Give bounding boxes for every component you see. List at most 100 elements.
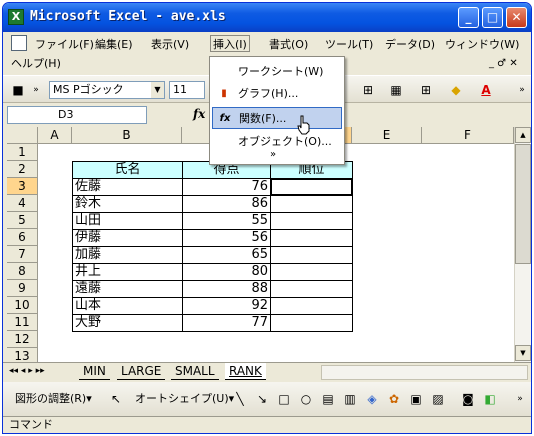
insert-image-icon[interactable]: ▨ [429, 390, 447, 408]
row-header[interactable]: 3 [7, 178, 38, 195]
menu-expand-icon[interactable]: » [270, 149, 276, 160]
tab-small[interactable]: SMALL [171, 363, 219, 380]
title-bar[interactable]: X Microsoft Excel - ave.xls _ □ ✕ [3, 3, 531, 32]
save-icon[interactable]: ■ [9, 81, 27, 99]
merge-center-icon[interactable]: ⊞ [359, 81, 377, 99]
rank-cell[interactable] [270, 212, 353, 230]
menu-insert[interactable]: 挿入(I) [210, 35, 250, 52]
name-cell[interactable]: 井上 [72, 263, 183, 281]
vertical-scrollbar[interactable]: ▲ ▼ [514, 127, 531, 362]
score-cell[interactable]: 65 [182, 246, 271, 264]
score-cell[interactable]: 86 [182, 195, 271, 213]
textbox-icon[interactable]: ▤ [319, 390, 337, 408]
rank-cell[interactable] [270, 314, 353, 332]
scroll-down-icon[interactable]: ▼ [515, 345, 531, 361]
horizontal-scrollbar[interactable] [321, 365, 528, 380]
column-header-f[interactable]: F [422, 127, 514, 144]
row-header[interactable]: 10 [7, 297, 38, 314]
insert-function-icon[interactable]: fx [193, 107, 205, 121]
menu-file[interactable]: ファイル(F) [33, 36, 96, 53]
wordart-icon[interactable]: ▥ [341, 390, 359, 408]
name-cell[interactable]: 加藤 [72, 246, 183, 264]
tab-min[interactable]: MIN [79, 363, 110, 380]
drawbar-overflow-icon[interactable]: » [511, 390, 529, 408]
scroll-thumb[interactable] [515, 144, 531, 264]
row-header[interactable]: 6 [7, 229, 38, 246]
row-header[interactable]: 9 [7, 280, 38, 297]
tab-large[interactable]: LARGE [117, 363, 166, 380]
name-box[interactable]: D3 [7, 106, 147, 124]
name-cell[interactable]: 大野 [72, 314, 183, 332]
font-name-combo[interactable]: MS Pゴシック ▼ [49, 81, 165, 99]
score-cell[interactable]: 56 [182, 229, 271, 247]
scroll-up-icon[interactable]: ▲ [515, 127, 531, 143]
clipart-icon[interactable]: ✿ [385, 390, 403, 408]
toolbar-overflow-right-icon[interactable]: » [513, 81, 531, 99]
3d-icon[interactable]: ◧ [481, 390, 499, 408]
borders-icon[interactable]: ⊞ [417, 81, 435, 99]
fill-bucket-icon[interactable]: ◙ [459, 390, 477, 408]
insert-picture-icon[interactable]: ▣ [407, 390, 425, 408]
select-all-corner[interactable] [7, 127, 38, 144]
tab-rank[interactable]: RANK [225, 363, 266, 380]
menu-tools[interactable]: ツール(T) [323, 36, 375, 53]
score-cell[interactable]: 88 [182, 280, 271, 298]
rank-cell[interactable] [270, 280, 353, 298]
rank-cell[interactable] [270, 263, 353, 281]
oval-icon[interactable]: ○ [297, 390, 315, 408]
column-header-a[interactable]: A [38, 127, 72, 144]
menu-edit[interactable]: 編集(E) [93, 36, 135, 53]
rank-cell[interactable] [270, 246, 353, 264]
row-header[interactable]: 5 [7, 212, 38, 229]
chevron-down-icon[interactable]: ▼ [151, 82, 164, 98]
row-header[interactable]: 13 [7, 348, 38, 362]
name-cell[interactable]: 伊藤 [72, 229, 183, 247]
rank-cell[interactable] [270, 195, 353, 213]
autoshapes-button[interactable]: オートシェイプ(U)▾ [133, 390, 236, 407]
name-cell[interactable]: 山本 [72, 297, 183, 315]
row-header[interactable]: 8 [7, 263, 38, 280]
font-color-icon[interactable]: A [477, 81, 495, 99]
tab-scroll-icon[interactable]: ◂◂ ◂ ▸ ▸▸ [9, 366, 45, 376]
score-cell[interactable]: 76 [182, 178, 271, 196]
menu-item-chart[interactable]: ▮ グラフ(H)... [212, 83, 342, 105]
row-header[interactable]: 7 [7, 246, 38, 263]
rank-cell[interactable] [270, 297, 353, 315]
toolbar-overflow-icon[interactable]: » [27, 81, 45, 99]
score-cell[interactable]: 80 [182, 263, 271, 281]
column-header-e[interactable]: E [352, 127, 422, 144]
name-cell[interactable]: 鈴木 [72, 195, 183, 213]
currency-icon[interactable]: ▦ [387, 81, 405, 99]
excel-app-icon[interactable]: X [8, 9, 24, 25]
name-cell[interactable]: 遠藤 [72, 280, 183, 298]
menu-help[interactable]: ヘルプ(H) [9, 55, 63, 72]
menu-item-object[interactable]: オブジェクト(O)... [212, 131, 342, 153]
menu-data[interactable]: データ(D) [383, 36, 437, 53]
row-header[interactable]: 4 [7, 195, 38, 212]
draw-menu-button[interactable]: 図形の調整(R)▾ [13, 390, 94, 407]
arrow-icon[interactable]: ↘ [253, 390, 271, 408]
active-rank-cell[interactable] [270, 178, 353, 196]
row-header[interactable]: 11 [7, 314, 38, 331]
font-size-combo[interactable]: 11 [169, 81, 205, 99]
menu-format[interactable]: 書式(O) [267, 36, 310, 53]
menu-view[interactable]: 表示(V) [149, 36, 191, 53]
name-cell[interactable]: 山田 [72, 212, 183, 230]
line-icon[interactable]: ╲ [231, 390, 249, 408]
row-header[interactable]: 2 [7, 161, 38, 178]
header-cell-name[interactable]: 氏名 [72, 161, 183, 179]
name-cell[interactable]: 佐藤 [72, 178, 183, 196]
maximize-button[interactable]: □ [482, 7, 503, 28]
score-cell[interactable]: 55 [182, 212, 271, 230]
row-header[interactable]: 1 [7, 144, 38, 161]
select-pointer-icon[interactable]: ↖ [107, 390, 125, 408]
column-header-b[interactable]: B [72, 127, 182, 144]
score-cell[interactable]: 92 [182, 297, 271, 315]
menu-item-function[interactable]: fx 関数(F)... [212, 107, 342, 129]
menu-window[interactable]: ウィンドウ(W) [443, 36, 521, 53]
minimize-button[interactable]: _ [458, 7, 479, 28]
rank-cell[interactable] [270, 229, 353, 247]
row-header[interactable]: 12 [7, 331, 38, 348]
close-button[interactable]: ✕ [506, 7, 527, 28]
rectangle-icon[interactable]: □ [275, 390, 293, 408]
